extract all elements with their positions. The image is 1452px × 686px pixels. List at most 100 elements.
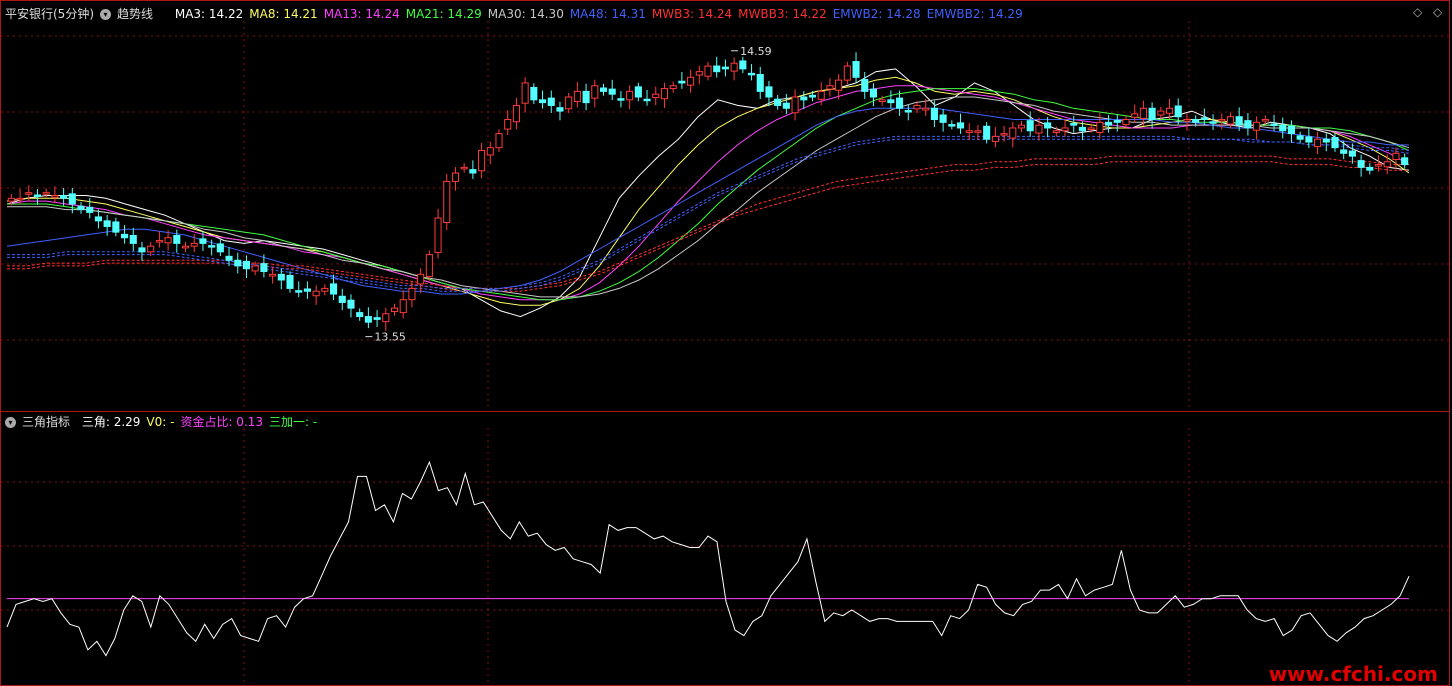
candle-body	[478, 149, 486, 172]
candle-body	[504, 119, 512, 130]
candle-body	[321, 287, 329, 292]
candle-body	[1244, 120, 1252, 129]
candle-body	[608, 88, 616, 95]
sanjiao-line	[6, 460, 1410, 657]
candle-body	[251, 265, 259, 272]
security-name[interactable]: 平安银行(5分钟)	[5, 7, 94, 21]
legend-item: MWBB3: 14.22	[738, 7, 827, 21]
candle-body	[678, 80, 686, 84]
candle-body	[861, 79, 869, 92]
sub-indicator-name[interactable]: 三角指标	[22, 415, 70, 429]
candle-body	[121, 233, 129, 239]
candle-body	[896, 97, 904, 109]
candle-body	[852, 61, 860, 78]
candle-body	[1139, 107, 1147, 119]
candle-body	[356, 312, 364, 318]
indicator-chart[interactable]	[1, 412, 1449, 685]
candle-body	[269, 273, 277, 277]
candle-body	[425, 254, 433, 278]
candle-body	[956, 122, 965, 129]
legend-item: 三加一: -	[269, 415, 318, 429]
candle-body	[1392, 152, 1400, 160]
legend-item: MWB3: 14.24	[651, 7, 733, 21]
candle-body	[1035, 124, 1043, 134]
diamond-icon[interactable]: ◇	[1413, 5, 1422, 19]
candle-body	[1070, 122, 1078, 126]
candle-body	[347, 299, 355, 309]
watermark: www.cfchi.com	[1268, 662, 1438, 686]
candle-body	[1296, 135, 1304, 140]
candle-body	[660, 88, 669, 100]
candle-body	[1226, 116, 1235, 125]
candle-body	[730, 62, 738, 72]
candle-body	[530, 86, 538, 101]
candle-body	[843, 65, 851, 81]
legend-item: 资金占比: 0.13	[180, 415, 264, 429]
candle-body	[1148, 107, 1156, 121]
ma-line-ma13	[6, 85, 1410, 301]
chevron-down-icon[interactable]: ▾	[100, 9, 111, 20]
candle-body	[1279, 124, 1287, 132]
candle-body	[1096, 121, 1104, 133]
candle-body	[1383, 161, 1391, 168]
candle-body	[538, 99, 547, 104]
main-chart-pane[interactable]: 14.59 13.55 平安银行(5分钟) ▾ 趋势线 MA3: 14.22 MA8: …	[0, 0, 1450, 412]
candle-body	[1131, 113, 1139, 118]
candle-body	[573, 90, 581, 103]
legend-item: MA30: 14.30	[487, 7, 564, 21]
candle-body	[582, 90, 590, 104]
candle-body	[260, 263, 268, 273]
candle-body	[547, 97, 555, 106]
legend-item: EMWBB2: 14.29	[926, 7, 1023, 21]
ma-line-emwbb2	[7, 138, 1410, 292]
chevron-down-icon[interactable]: ▾	[5, 417, 16, 428]
candle-body	[1401, 157, 1409, 166]
candle-body	[887, 99, 895, 104]
candle-body	[1165, 107, 1174, 114]
candle-body	[234, 259, 242, 267]
candle-body	[1000, 133, 1008, 136]
candle-body	[721, 66, 729, 70]
candle-body	[138, 247, 146, 253]
candle-body	[42, 192, 50, 195]
candle-body	[1105, 121, 1113, 126]
candle-body	[1087, 127, 1095, 130]
candle-body	[1061, 127, 1069, 132]
candle-body	[991, 135, 999, 142]
candle-body	[695, 71, 703, 76]
candle-body	[408, 287, 416, 301]
candle-body	[1052, 130, 1060, 133]
candle-body	[1270, 123, 1278, 127]
ma-line-ma3	[6, 68, 1410, 318]
candle-body	[1192, 119, 1200, 123]
candle-body	[869, 88, 878, 98]
candle-body	[1305, 136, 1313, 143]
candle-body	[181, 245, 190, 249]
candle-body	[765, 86, 773, 98]
candle-body	[1366, 166, 1374, 171]
candle-body	[1009, 127, 1017, 139]
ma-line-emwb2	[7, 135, 1410, 289]
indicator-name[interactable]: 趋势线	[117, 7, 153, 21]
candle-body	[1017, 124, 1026, 129]
candle-body	[1122, 119, 1130, 126]
candlestick-chart[interactable]: 14.59 13.55	[1, 1, 1449, 411]
legend-item: 三角: 2.29	[81, 415, 141, 429]
candle-body	[634, 86, 642, 98]
candle-body	[16, 197, 24, 201]
candle-body	[808, 94, 817, 98]
candle-body	[390, 307, 399, 312]
candle-body	[626, 90, 634, 101]
diamond-icon[interactable]: ◇	[1433, 5, 1442, 19]
candle-body	[60, 195, 68, 199]
legend-item: MA48: 14.31	[569, 7, 646, 21]
candle-body	[208, 245, 216, 248]
legend-item: MA3: 14.22	[174, 7, 244, 21]
candle-body	[1026, 120, 1034, 132]
candle-body	[460, 166, 468, 170]
candle-body	[434, 217, 442, 253]
indicator-pane[interactable]: ▾ 三角指标 三角: 2.29 V0: - 资金占比: 0.13 三加一: -	[0, 411, 1450, 686]
candle-body	[1357, 160, 1365, 168]
candle-body	[782, 102, 790, 109]
candle-body	[521, 82, 529, 104]
